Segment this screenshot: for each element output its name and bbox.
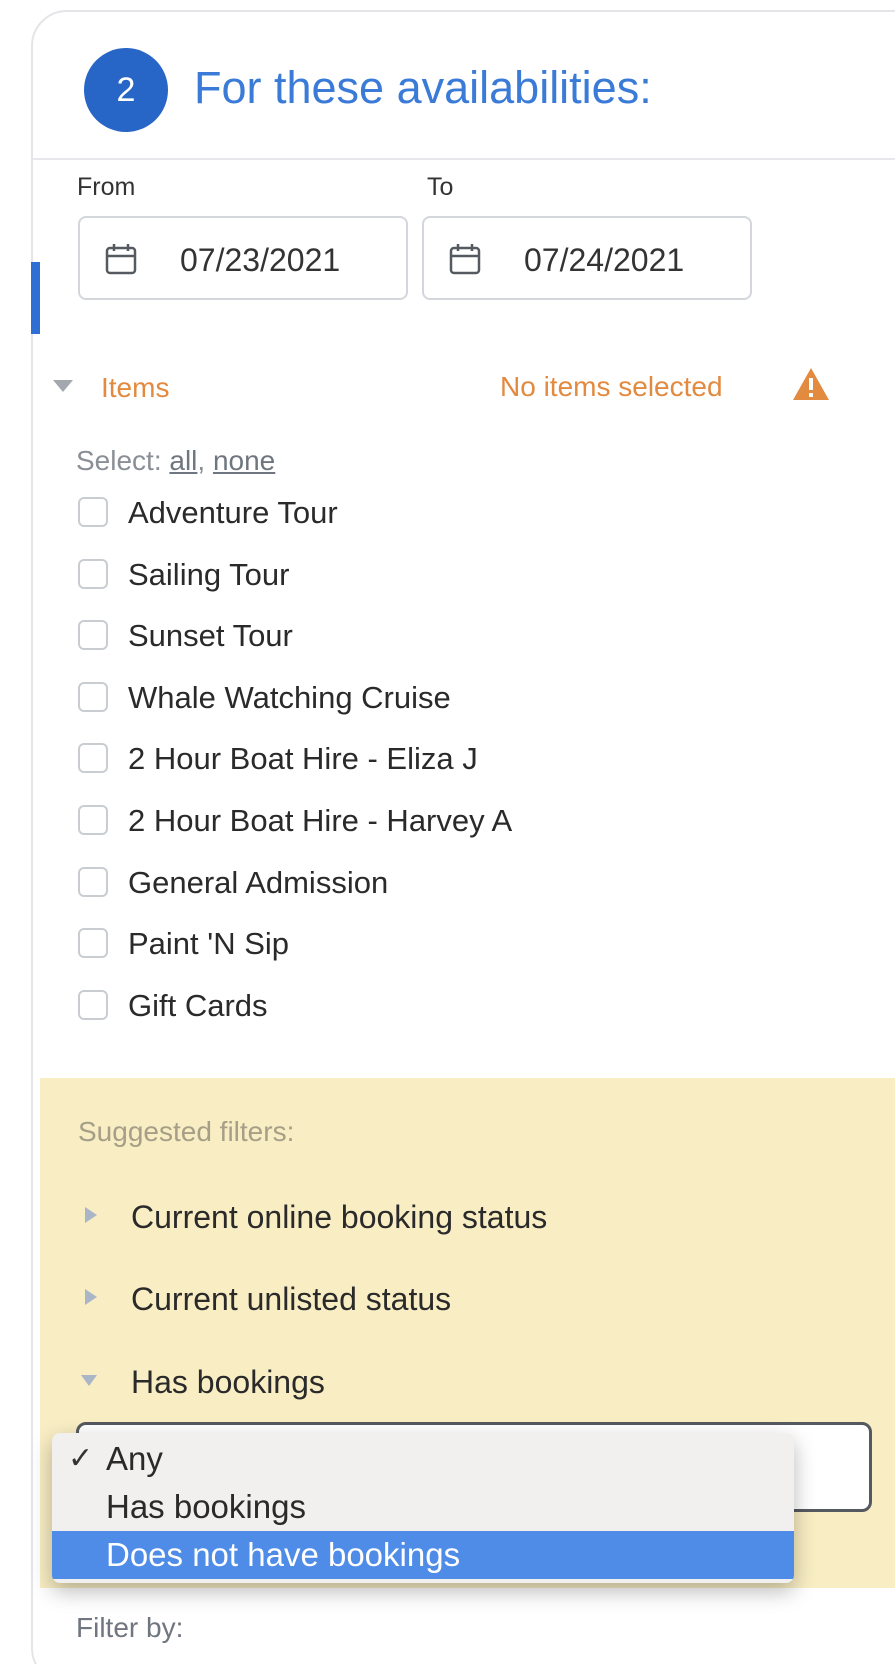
dropdown-option-any[interactable]: ✓ Any (52, 1435, 794, 1483)
filter-by-label: Filter by: (76, 1612, 184, 1643)
collapse-caret-icon (81, 1375, 97, 1386)
filter-unlisted-status[interactable]: Current unlisted status (40, 1275, 895, 1319)
item-checkbox[interactable] (78, 804, 108, 835)
item-label: Paint 'N Sip (128, 926, 289, 962)
item-label: Whale Watching Cruise (128, 679, 451, 715)
option-label: Any (106, 1440, 163, 1477)
item-checkbox[interactable] (78, 620, 108, 651)
list-item[interactable]: Whale Watching Cruise (78, 665, 778, 727)
calendar-icon (449, 244, 481, 275)
items-section-label[interactable]: Items (101, 372, 169, 404)
from-label: From (77, 173, 136, 201)
item-label: Adventure Tour (128, 495, 338, 530)
item-checkbox[interactable] (78, 558, 108, 589)
select-all-link[interactable]: all (169, 445, 197, 476)
list-item[interactable]: 2 Hour Boat Hire - Harvey A (78, 788, 778, 850)
items-warning-text: No items selected (500, 371, 723, 402)
option-label: Has bookings (106, 1488, 306, 1525)
list-item[interactable]: Gift Cards (78, 973, 778, 1035)
to-date-value: 07/24/2021 (524, 242, 685, 278)
select-all-none: Select: all, none (76, 445, 276, 476)
item-label: Gift Cards (128, 987, 268, 1023)
filter-has-bookings[interactable]: Has bookings (40, 1358, 895, 1402)
item-checkbox[interactable] (78, 743, 108, 774)
item-checkbox[interactable] (78, 497, 108, 527)
item-label: General Admission (128, 864, 389, 900)
dropdown-option-no-bookings[interactable]: Does not have bookings (52, 1531, 794, 1579)
to-label: To (427, 173, 454, 201)
filter-label: Current online booking status (131, 1199, 548, 1235)
select-none-link[interactable]: none (213, 445, 275, 476)
list-item[interactable]: Sunset Tour (78, 603, 778, 665)
to-date-input[interactable]: 07/24/2021 (422, 216, 752, 300)
item-label: Sunset Tour (128, 618, 293, 654)
section-header: 2 For these availabilities: (33, 12, 895, 160)
section-title: For these availabilities: (194, 62, 652, 113)
list-item[interactable]: General Admission (78, 850, 778, 912)
option-label: Does not have bookings (106, 1536, 461, 1573)
availability-filter-page: 2 For these availabilities: From To 07/2… (0, 0, 895, 1664)
dropdown-option-has-bookings[interactable]: Has bookings (52, 1483, 794, 1531)
item-checkbox[interactable] (78, 866, 108, 897)
item-checkbox[interactable] (78, 928, 108, 959)
warning-icon (793, 368, 829, 400)
item-label: 2 Hour Boat Hire - Harvey A (128, 802, 513, 838)
filter-online-booking-status[interactable]: Current online booking status (40, 1193, 895, 1237)
list-item[interactable]: Adventure Tour (78, 480, 778, 542)
filter-label: Has bookings (131, 1364, 325, 1400)
filter-label: Current unlisted status (131, 1281, 452, 1317)
calendar-icon (105, 244, 137, 275)
item-label: 2 Hour Boat Hire - Eliza J (128, 741, 478, 777)
expand-caret-icon (85, 1289, 97, 1305)
suggested-filters-title: Suggested filters: (78, 1116, 295, 1147)
checkmark-icon: ✓ (68, 1442, 94, 1475)
active-section-indicator (31, 262, 40, 334)
select-prefix: Select: (76, 445, 162, 476)
from-date-input[interactable]: 07/23/2021 (78, 216, 408, 300)
step-number-badge: 2 (84, 48, 168, 132)
list-item[interactable]: Sailing Tour (78, 542, 778, 604)
from-date-value: 07/23/2021 (180, 242, 341, 278)
list-item[interactable]: Paint 'N Sip (78, 911, 778, 973)
list-item[interactable]: 2 Hour Boat Hire - Eliza J (78, 726, 778, 788)
items-checkbox-list: Adventure Tour Sailing Tour Sunset Tour … (78, 480, 778, 1034)
item-checkbox[interactable] (78, 989, 108, 1020)
expand-caret-icon (85, 1207, 97, 1223)
items-collapse-icon[interactable] (48, 372, 78, 402)
item-checkbox[interactable] (78, 681, 108, 712)
has-bookings-dropdown-menu: ✓ Any Has bookings Does not have booking… (52, 1433, 794, 1583)
item-label: Sailing Tour (128, 556, 290, 592)
